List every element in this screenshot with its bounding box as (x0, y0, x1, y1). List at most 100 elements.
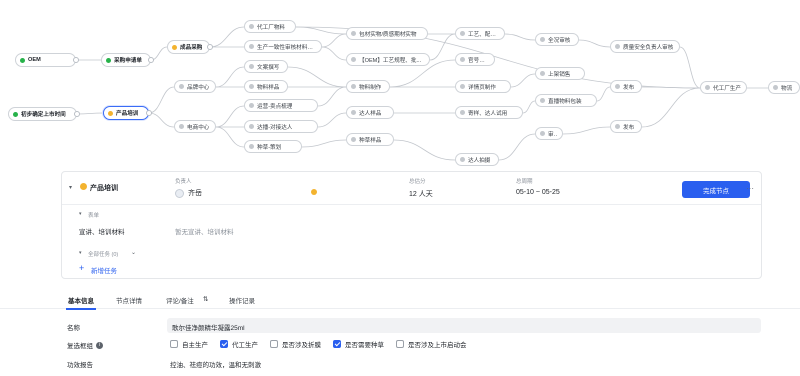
flow-node-fabu2[interactable]: 发布 (610, 120, 642, 133)
tab-operation-log[interactable]: 操作记录 (229, 295, 255, 305)
node-status-icon (615, 84, 620, 89)
flow-node-zhibo-wuliao[interactable]: 直播物料包装 (535, 94, 597, 107)
checkbox-option[interactable]: 是否涉及折膜 (270, 339, 321, 349)
owner-field[interactable]: 齐岳 (175, 188, 202, 198)
complete-node-button[interactable]: 完成节点 (682, 181, 750, 198)
checkbox-option[interactable]: 是否需要种草 (333, 339, 384, 349)
flow-node-dalian-daren[interactable]: 达播-对接达人 (244, 120, 318, 133)
node-status-icon (249, 44, 254, 49)
tab-basic-info[interactable]: 基本信息 (66, 295, 96, 310)
node-status-icon (460, 157, 465, 162)
score-column-label: 总估分 (409, 179, 426, 185)
flow-node-oem-gongyi[interactable]: 【OEM】工艺规程、批... (346, 53, 430, 66)
node-status-icon (249, 84, 254, 89)
node-status-icon (179, 84, 184, 89)
add-icon[interactable]: + (79, 264, 84, 273)
collapse-arrow-icon[interactable]: ▾ (69, 184, 72, 191)
flow-node-zhongcao-cehua[interactable]: 种草-策划 (244, 140, 302, 153)
flow-link (393, 139, 456, 161)
flow-node-daren-pailian[interactable]: 达人拍摄 (455, 153, 499, 166)
checkbox-icon[interactable] (270, 340, 278, 348)
form-collapse-icon[interactable]: ▾ (79, 211, 82, 217)
sort-icon[interactable]: ⇅ (203, 295, 208, 303)
node-status-icon (13, 111, 18, 117)
node-status-icon (20, 57, 25, 63)
checkbox-icon[interactable] (333, 340, 341, 348)
flow-node-shangjia-xiaoshou[interactable]: 上架销售 (535, 67, 585, 80)
flow-node-xiangqingye-zhizuo[interactable]: 详情页制作 (455, 80, 511, 93)
flow-link (76, 112, 104, 115)
flow-link (522, 100, 536, 114)
period-column-label: 总周期 (516, 179, 533, 185)
flow-node-pinpai-zhongxin[interactable]: 品牌中心 (174, 80, 216, 93)
flow-link (317, 112, 347, 128)
node-label: 运营-卖点梳理 (257, 103, 293, 110)
status-dot-icon (80, 183, 87, 190)
node-label: 官号发布 (468, 57, 489, 64)
flow-link (148, 112, 175, 128)
connector-port-icon[interactable] (148, 57, 154, 63)
node-status-icon (460, 110, 465, 115)
checkbox-icon[interactable] (220, 340, 228, 348)
checkbox-icon[interactable] (170, 340, 178, 348)
flow-node-gongyi-peifang[interactable]: 工艺、配方审核 (455, 27, 505, 40)
period-value: 05-10 ~ 05-25 (516, 189, 560, 196)
node-status-icon (249, 24, 254, 29)
more-options-icon[interactable]: ··· (746, 184, 754, 193)
flow-node-daren-yangpin[interactable]: 达人样品 (346, 106, 394, 119)
new-task-link[interactable]: 新增任务 (91, 265, 117, 275)
tab-comments[interactable]: 评论/备注 (166, 295, 194, 305)
flow-link (148, 86, 175, 114)
checkbox-option[interactable]: 自主生产 (170, 339, 208, 349)
flow-node-chengpin[interactable]: 成品采购 (167, 40, 213, 54)
flow-node-yunying-maidian[interactable]: 运营-卖点梳理 (244, 99, 318, 112)
flow-node-wuliu[interactable]: 物流 (768, 81, 800, 94)
flow-node-shengchan-yizhi[interactable]: 生产一致性审核材料准备 (244, 40, 322, 53)
flow-node-quanchang-shenhe[interactable]: 全况审核 (535, 33, 579, 46)
flow-node-caigou-req[interactable]: 采购申请单 (101, 53, 154, 67)
node-label: 【OEM】工艺规程、批... (359, 57, 422, 64)
info-icon[interactable]: i (96, 341, 103, 349)
flow-node-daigongchang-shengchan[interactable]: 代工厂生产 (700, 81, 747, 94)
flow-link (215, 66, 245, 88)
tasks-collapse-icon[interactable]: ▾ (79, 250, 82, 256)
connector-port-icon[interactable] (74, 111, 80, 117)
flow-node-oem[interactable]: OEM (15, 53, 79, 67)
connector-port-icon[interactable] (146, 110, 152, 116)
flow-node-guanhao-fabu[interactable]: 官号发布 (455, 53, 495, 66)
checkbox-icon[interactable] (396, 340, 404, 348)
checkbox-option[interactable]: 是否涉及上市启动会 (396, 339, 467, 349)
flow-node-chanpin-peixun[interactable]: 产品培训 (103, 106, 152, 120)
node-status-icon (615, 44, 620, 49)
flow-link (429, 33, 456, 61)
flow-node-chubu-queding[interactable]: 初步确定上市时间 (8, 107, 80, 121)
checkbox-option[interactable]: 代工生产 (220, 339, 258, 349)
flow-node-baocai-shiwu[interactable]: 包材实物/质感期材实物 (346, 27, 428, 40)
flow-node-fabu1[interactable]: 发布 (610, 80, 642, 93)
flow-node-wenan-zhuanxie[interactable]: 文案撰写 (244, 60, 288, 73)
node-status-icon (351, 84, 356, 89)
node-label: 种草-策划 (257, 144, 282, 151)
owner-column-label: 负责人 (175, 179, 192, 185)
name-input[interactable]: 歌尔佳净颜精华凝露25ml (167, 318, 761, 333)
checkbox-label: 代工生产 (232, 342, 258, 349)
flow-node-zhongcao-yangpin[interactable]: 种草样品 (346, 133, 394, 146)
node-status-icon (351, 137, 356, 142)
connector-port-icon[interactable] (207, 44, 213, 50)
tab-node-details[interactable]: 节点详情 (116, 295, 142, 305)
flow-node-jiyang-daren[interactable]: 寄样、达人试用 (455, 106, 523, 119)
node-status-icon (773, 85, 778, 90)
node-status-icon (705, 85, 710, 90)
flow-node-wuliao-zhizuo[interactable]: 物料制作 (346, 80, 390, 93)
flow-link (679, 46, 701, 89)
flow-node-zhiliang-anquan[interactable]: 质量安全负责人审核 (610, 40, 680, 53)
connector-port-icon[interactable] (73, 57, 79, 63)
flow-node-shenhe[interactable]: 审核 (535, 127, 563, 140)
flow-node-daigong-wuliao[interactable]: 代工厂物料 (244, 20, 296, 33)
flow-node-wuliao-yangpin[interactable]: 物料样品 (244, 80, 288, 93)
flow-node-dianshang-zhongxin[interactable]: 电商中心 (174, 120, 216, 133)
checkbox-label: 是否涉及上市启动会 (408, 342, 467, 349)
all-tasks-label[interactable]: 全部任务 (0) (88, 250, 118, 258)
node-label: 电商中心 (187, 124, 210, 131)
chevron-down-icon[interactable]: ⌄ (131, 249, 136, 256)
